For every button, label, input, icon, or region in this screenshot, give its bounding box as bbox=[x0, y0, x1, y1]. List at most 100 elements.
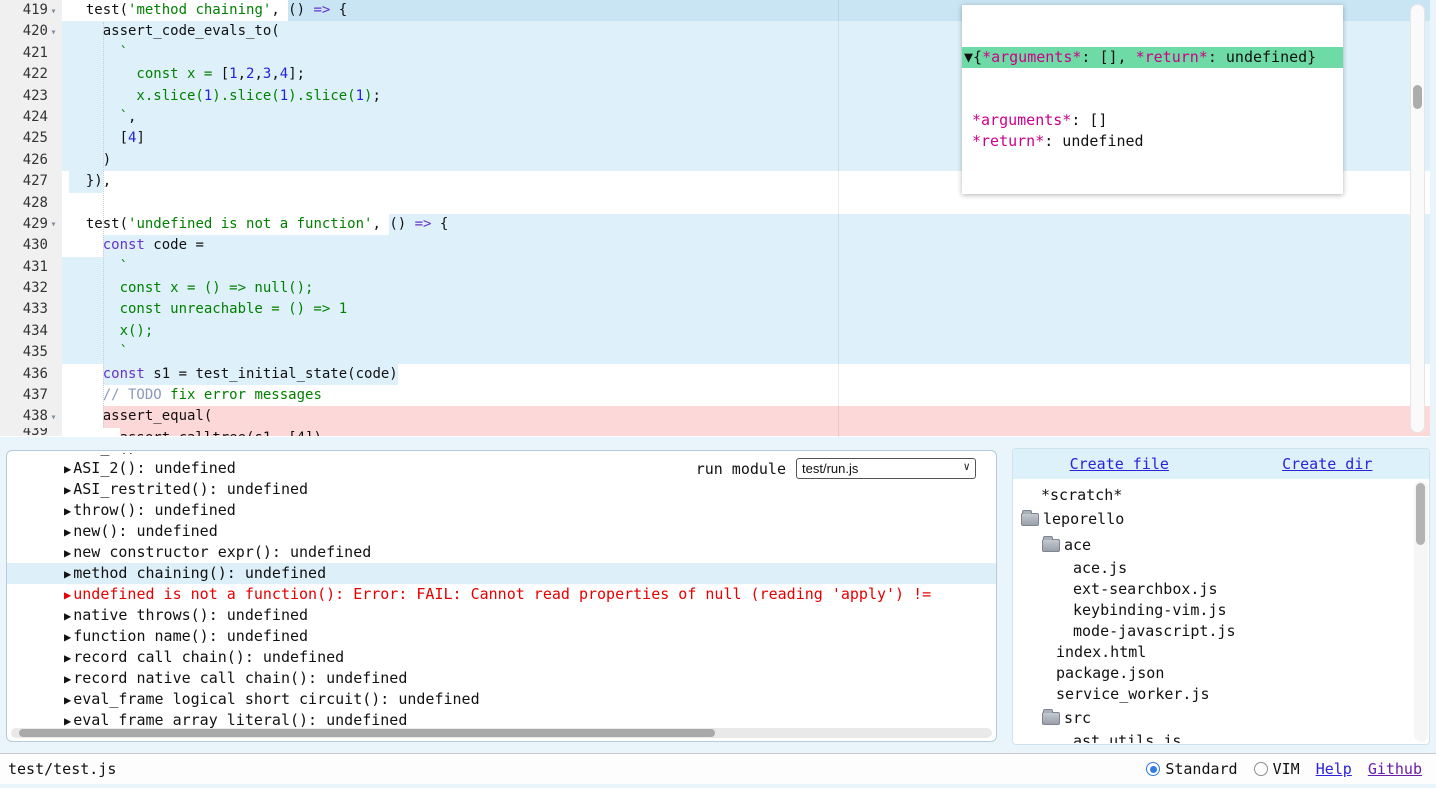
expand-triangle-icon[interactable]: ▶ bbox=[64, 567, 71, 581]
gutter-line-number[interactable]: 439 bbox=[0, 428, 62, 436]
gutter-line-number[interactable]: 430 bbox=[0, 235, 62, 256]
gutter-line-number[interactable]: 431 bbox=[0, 257, 62, 278]
gutter-line-number[interactable]: 432 bbox=[0, 278, 62, 299]
standard-radio[interactable] bbox=[1146, 762, 1160, 776]
code-line[interactable]: 437 // TODO fix error messages bbox=[0, 385, 1430, 406]
create-file-link[interactable]: Create file bbox=[1070, 455, 1169, 473]
gutter-line-number[interactable]: 435 bbox=[0, 342, 62, 363]
expand-triangle-icon[interactable]: ▶ bbox=[64, 693, 71, 707]
expand-triangle-icon[interactable]: ▶ bbox=[64, 453, 71, 455]
tooltip-header[interactable]: ▼{*arguments*: [], *return*: undefined} bbox=[962, 47, 1343, 68]
tree-file[interactable]: mode-javascript.js bbox=[1013, 621, 1414, 642]
tree-file[interactable]: service_worker.js bbox=[1013, 684, 1414, 705]
tree-file[interactable]: *scratch* bbox=[1013, 485, 1414, 506]
files-scrollbar-thumb[interactable] bbox=[1416, 483, 1425, 545]
code-line[interactable]: 435 ` bbox=[0, 342, 1430, 363]
standard-radio-label: Standard bbox=[1165, 760, 1237, 778]
gutter-line-number[interactable]: 427 bbox=[0, 171, 62, 192]
test-log-row[interactable]: ▶new constructor expr(): undefined bbox=[7, 542, 996, 563]
github-link[interactable]: Github bbox=[1368, 760, 1422, 778]
code-line[interactable]: 428 bbox=[0, 193, 1430, 214]
tree-file[interactable]: ast_utils.js bbox=[1013, 731, 1414, 743]
fold-arrow-icon[interactable]: ▾ bbox=[50, 412, 56, 423]
expand-triangle-icon[interactable]: ▶ bbox=[64, 609, 71, 623]
test-output-panel: run module test/run.js ∨ ▶ASI_1(): undef… bbox=[6, 450, 997, 742]
test-log-row[interactable]: ▶ASI_restrited(): undefined bbox=[7, 479, 996, 500]
tree-folder[interactable]: src bbox=[1013, 705, 1414, 731]
code-line[interactable]: 434 x(); bbox=[0, 321, 1430, 342]
test-log-row[interactable]: ▶native throws(): undefined bbox=[7, 605, 996, 626]
code-line[interactable]: 436 const s1 = test_initial_state(code) bbox=[0, 364, 1430, 385]
code-line[interactable]: 432 const x = () => null(); bbox=[0, 278, 1430, 299]
gutter-line-number[interactable]: 421 bbox=[0, 43, 62, 64]
gutter-line-number[interactable]: 419▾ bbox=[0, 0, 62, 21]
editor-vertical-scrollbar[interactable] bbox=[1410, 4, 1425, 433]
code-line[interactable]: 429▾ test('undefined is not a function',… bbox=[0, 214, 1430, 235]
fold-arrow-icon[interactable]: ▾ bbox=[50, 6, 56, 17]
editor-scrollbar-thumb[interactable] bbox=[1413, 85, 1422, 109]
gutter-line-number[interactable]: 429▾ bbox=[0, 214, 62, 235]
test-log-row[interactable]: ▶eval_frame logical short circuit(): und… bbox=[7, 689, 996, 710]
test-log-row[interactable]: ▶record native call chain(): undefined bbox=[7, 668, 996, 689]
code-line[interactable]: 430 const code = bbox=[0, 235, 1430, 256]
vim-radio[interactable] bbox=[1254, 762, 1268, 776]
gutter-line-number[interactable]: 423 bbox=[0, 86, 62, 107]
tree-folder[interactable]: leporello bbox=[1013, 506, 1414, 532]
expand-triangle-icon[interactable]: ▶ bbox=[64, 483, 71, 497]
expand-triangle-icon[interactable]: ▶ bbox=[64, 504, 71, 518]
create-dir-link[interactable]: Create dir bbox=[1282, 455, 1372, 473]
expand-triangle-icon[interactable]: ▶ bbox=[64, 714, 71, 728]
tree-file[interactable]: ace.js bbox=[1013, 558, 1414, 579]
gutter-line-number[interactable]: 434 bbox=[0, 321, 62, 342]
tree-file[interactable]: keybinding-vim.js bbox=[1013, 600, 1414, 621]
gutter-line-number[interactable]: 428 bbox=[0, 193, 62, 214]
fold-arrow-icon[interactable]: ▾ bbox=[50, 219, 56, 230]
expand-triangle-icon[interactable]: ▶ bbox=[64, 546, 71, 560]
files-panel: Create file Create dir *scratch*leporell… bbox=[1012, 448, 1430, 745]
gutter-line-number[interactable]: 437 bbox=[0, 385, 62, 406]
gutter-line-number[interactable]: 420▾ bbox=[0, 21, 62, 42]
expand-triangle-icon[interactable]: ▶ bbox=[64, 462, 71, 476]
tooltip-row[interactable]: *arguments*: [] bbox=[962, 110, 1343, 131]
gutter-line-number[interactable]: 422 bbox=[0, 64, 62, 85]
expand-triangle-icon[interactable]: ▶ bbox=[64, 651, 71, 665]
test-log-row[interactable]: ▶throw(): undefined bbox=[7, 500, 996, 521]
test-log-row[interactable]: ▶new(): undefined bbox=[7, 521, 996, 542]
code-line[interactable]: 431 ` bbox=[0, 257, 1430, 278]
log-scrollbar-thumb[interactable] bbox=[19, 729, 715, 737]
folder-icon bbox=[1042, 712, 1060, 725]
expand-triangle-icon[interactable]: ▶ bbox=[64, 588, 71, 602]
code-line[interactable]: 433 const unreachable = () => 1 bbox=[0, 299, 1430, 320]
tooltip-row[interactable]: *return*: undefined bbox=[962, 131, 1343, 152]
log-horizontal-scrollbar[interactable] bbox=[11, 728, 992, 738]
tree-file[interactable]: ext-searchbox.js bbox=[1013, 579, 1414, 600]
test-log-row[interactable]: ▶record call chain(): undefined bbox=[7, 647, 996, 668]
test-log-row[interactable]: ▶method chaining(): undefined bbox=[7, 563, 996, 584]
value-inspector-tooltip: ▼{*arguments*: [], *return*: undefined} … bbox=[962, 5, 1343, 194]
code-editor[interactable]: 419▾ test('method chaining', () => {420▾… bbox=[0, 0, 1430, 437]
current-file-path: test/test.js bbox=[8, 760, 116, 778]
test-log-row[interactable]: ▶undefined is not a function(): Error: F… bbox=[7, 584, 996, 605]
help-link[interactable]: Help bbox=[1316, 760, 1352, 778]
standard-mode-option[interactable]: Standard bbox=[1146, 760, 1237, 778]
gutter-line-number[interactable]: 424 bbox=[0, 107, 62, 128]
expand-triangle-icon[interactable]: ▶ bbox=[64, 672, 71, 686]
tree-folder[interactable]: ace bbox=[1013, 532, 1414, 558]
fold-arrow-icon[interactable]: ▾ bbox=[50, 27, 56, 38]
tree-file[interactable]: index.html bbox=[1013, 642, 1414, 663]
gutter-line-number[interactable]: 438▾ bbox=[0, 406, 62, 427]
test-log-row[interactable]: ▶function name(): undefined bbox=[7, 626, 996, 647]
expand-triangle-icon[interactable]: ▶ bbox=[64, 525, 71, 539]
gutter-line-number[interactable]: 425 bbox=[0, 128, 62, 149]
run-module-label: run module bbox=[696, 460, 786, 478]
files-vertical-scrollbar[interactable] bbox=[1414, 481, 1428, 742]
code-line[interactable]: 438▾ assert_equal( bbox=[0, 406, 1430, 427]
code-line[interactable]: 439 assert_calltree(s1, [4]) bbox=[0, 428, 1430, 436]
gutter-line-number[interactable]: 426 bbox=[0, 150, 62, 171]
gutter-line-number[interactable]: 436 bbox=[0, 364, 62, 385]
gutter-line-number[interactable]: 433 bbox=[0, 299, 62, 320]
expand-triangle-icon[interactable]: ▶ bbox=[64, 630, 71, 644]
tree-file[interactable]: package.json bbox=[1013, 663, 1414, 684]
run-module-select[interactable]: test/run.js bbox=[796, 458, 976, 479]
vim-mode-option[interactable]: VIM bbox=[1254, 760, 1300, 778]
